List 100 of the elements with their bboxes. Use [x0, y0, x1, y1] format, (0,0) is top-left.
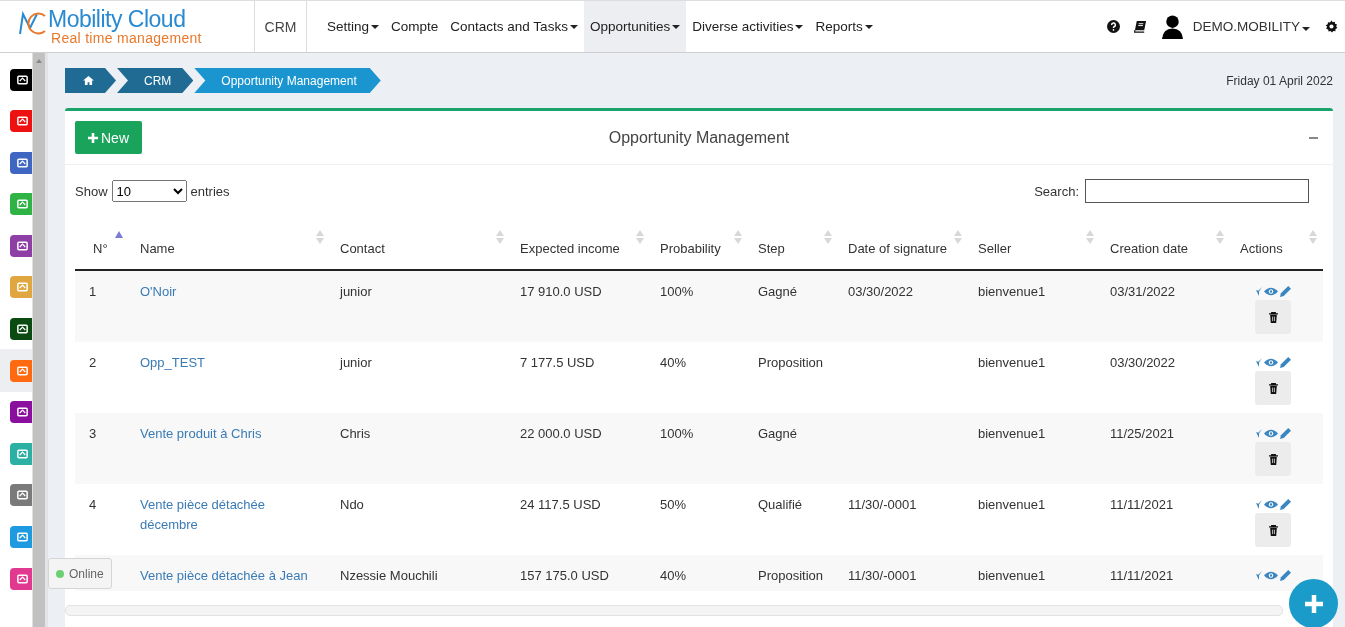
table-cell: junior [330, 342, 510, 413]
entries-select[interactable]: 10 [111, 180, 187, 202]
opportunity-link[interactable]: Vente pièce détachée à Jean [130, 555, 330, 591]
table-cell: 03/31/2022 [1100, 270, 1230, 342]
trash-icon [1268, 524, 1278, 536]
table-cell: 50% [650, 484, 748, 555]
app-icon [10, 318, 33, 341]
table-cell: 4 [75, 484, 130, 555]
search-label: Search: [1034, 183, 1079, 199]
app-icon [10, 193, 33, 216]
trash-icon [1268, 311, 1278, 323]
nav-menu-item[interactable]: Opportunities [583, 1, 687, 52]
table-cell: 100% [650, 270, 748, 342]
table-cell: 11/11/2021 [1100, 484, 1230, 555]
table-cell: bienvenue1 [968, 270, 1100, 342]
table-cell: 157 175.0 USD [510, 555, 650, 591]
app-icon [10, 442, 33, 465]
show-label: Show [75, 183, 108, 199]
book-icon[interactable] [1133, 20, 1147, 33]
opportunity-link[interactable]: Vente produit à Chris [130, 413, 330, 484]
table-cell: 11/11/2021 [1100, 555, 1230, 591]
app-icon [10, 110, 33, 133]
table-cell: bienvenue1 [968, 413, 1100, 484]
table-cell: bienvenue1 [968, 555, 1100, 591]
table-cell: 40% [650, 342, 748, 413]
home-icon [83, 76, 94, 85]
view-icon[interactable] [1264, 358, 1278, 367]
nav-menu-item[interactable]: Reports [809, 1, 879, 52]
table-cell: Proposition [748, 555, 838, 591]
table-cell: Gagné [748, 270, 838, 342]
trash-icon [1268, 382, 1278, 394]
delete-button[interactable] [1255, 442, 1291, 476]
delete-button[interactable] [1255, 300, 1291, 334]
edit-icon[interactable] [1280, 499, 1291, 510]
user-menu[interactable]: DEMO.MOBILITY [1192, 19, 1310, 34]
nav-menu-item[interactable]: Compte [385, 1, 445, 52]
table-cell: 2 [75, 342, 130, 413]
settings-icon[interactable] [1325, 20, 1338, 33]
table-cell: Gagné [748, 413, 838, 484]
table-cell: bienvenue1 [968, 342, 1100, 413]
app-icon [10, 484, 33, 507]
app-icon [10, 526, 33, 549]
view-icon[interactable] [1264, 429, 1278, 438]
current-date: Friday 01 April 2022 [1226, 73, 1333, 88]
card-title: Opportunity Management [608, 128, 790, 147]
app-icon [10, 151, 33, 174]
scrollbar[interactable] [32, 53, 45, 627]
app-icon [10, 401, 33, 424]
table-cell: 40% [650, 555, 748, 591]
table-cell: Chris [330, 413, 510, 484]
table-cell: 11/30/-0001 [838, 555, 968, 591]
app-icon [10, 68, 33, 91]
app-icon [10, 359, 33, 382]
table-cell: Ndo [330, 484, 510, 555]
opportunity-link[interactable]: Opp_TEST [130, 342, 330, 413]
table-cell: 22 000.0 USD [510, 413, 650, 484]
opportunity-link[interactable]: O'Noir [130, 270, 330, 342]
delete-button[interactable] [1255, 513, 1291, 547]
table-cell: 11/30/-0001 [838, 484, 968, 555]
horizontal-scrollbar[interactable] [65, 605, 1283, 616]
search-field[interactable] [1085, 179, 1309, 203]
app-icon [10, 234, 33, 257]
table-cell: 7 177.5 USD [510, 342, 650, 413]
view-icon[interactable] [1264, 571, 1278, 580]
edit-icon[interactable] [1280, 357, 1291, 368]
collapse-icon[interactable] [1309, 136, 1318, 139]
status-label: Online [69, 566, 104, 581]
view-icon[interactable] [1264, 500, 1278, 509]
table-cell: 11/25/2021 [1100, 413, 1230, 484]
view-icon[interactable] [1264, 287, 1278, 296]
nav-menu-item[interactable]: Contacts and Tasks [444, 1, 584, 52]
nav-menu-item[interactable]: Setting [321, 1, 386, 52]
table-cell: Proposition [748, 342, 838, 413]
nav-menu-item[interactable]: Diverse activities [686, 1, 810, 52]
table-cell: 1 [75, 270, 130, 342]
plus-icon [1303, 593, 1324, 614]
table-cell: Qualifié [748, 484, 838, 555]
edit-icon[interactable] [1280, 286, 1291, 297]
table-cell: 3 [75, 413, 130, 484]
plus-icon [88, 132, 98, 143]
table-cell: 03/30/2022 [1100, 342, 1230, 413]
edit-icon[interactable] [1280, 570, 1291, 581]
table-cell: bienvenue1 [968, 484, 1100, 555]
user-avatar-icon[interactable] [1160, 14, 1184, 39]
help-icon[interactable] [1106, 20, 1120, 33]
trash-icon [1268, 453, 1278, 465]
delete-button[interactable] [1255, 371, 1291, 405]
breadcrumb-item[interactable]: CRM [117, 68, 194, 93]
table-cell: Nzessie Mouchili [330, 555, 510, 591]
module-link[interactable]: CRM [254, 1, 307, 52]
logo-icon [17, 9, 47, 36]
table-cell: junior [330, 270, 510, 342]
opportunity-link[interactable]: Vente pièce détachée décembre [130, 484, 330, 555]
table-cell: 100% [650, 413, 748, 484]
app-icon [10, 567, 33, 590]
home-breadcrumb[interactable] [65, 68, 116, 93]
entries-label: entries [190, 183, 230, 199]
table-cell: 17 910.0 USD [510, 270, 650, 342]
app-icon [10, 276, 33, 299]
edit-icon[interactable] [1280, 428, 1291, 439]
